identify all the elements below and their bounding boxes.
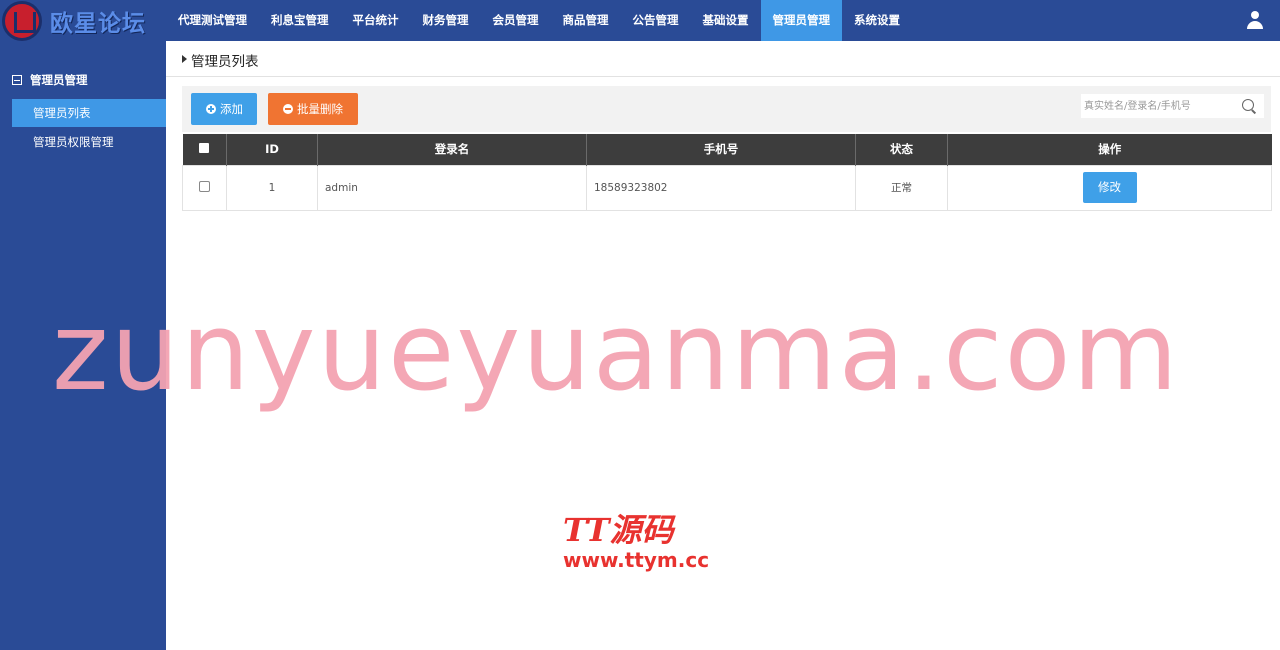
table-header-row: ID 登录名 手机号 状态 操作 (182, 134, 1272, 165)
plus-circle-icon (206, 104, 216, 114)
cell-phone: 18589323802 (586, 164, 856, 211)
search-icon[interactable] (1242, 99, 1254, 111)
watermark-brand-url: www.ttym.cc (563, 548, 710, 572)
nav-item-interest[interactable]: 利息宝管理 (259, 0, 341, 41)
table-row: 1 admin 18589323802 正常 修改 (182, 164, 1272, 211)
select-all-checkbox[interactable] (199, 143, 210, 154)
search-input[interactable] (1081, 94, 1236, 118)
admin-table: ID 登录名 手机号 状态 操作 1 admin 18589323802 正常 … (182, 134, 1272, 211)
nav-item-announcements[interactable]: 公告管理 (621, 0, 691, 41)
add-button-label: 添加 (220, 102, 243, 116)
row-checkbox[interactable] (199, 180, 210, 192)
toolbar: 添加 批量删除 (182, 86, 1271, 132)
caret-right-icon (182, 55, 187, 63)
nav-item-finance[interactable]: 财务管理 (411, 0, 481, 41)
column-header-login: 登录名 (317, 134, 587, 165)
cell-action: 修改 (947, 164, 1272, 211)
sidebar-item-admin-list[interactable]: 管理员列表 (12, 99, 166, 127)
minus-circle-icon (283, 104, 293, 114)
sidebar-item-admin-permissions[interactable]: 管理员权限管理 (12, 128, 166, 156)
top-header: 欧星论坛 代理测试管理 利息宝管理 平台统计 财务管理 会员管理 商品管理 公告… (0, 0, 1280, 41)
logo[interactable]: 欧星论坛 (0, 0, 166, 41)
cell-id: 1 (226, 164, 318, 211)
sidebar-group-admin[interactable]: 管理员管理 (12, 72, 88, 88)
nav-item-products[interactable]: 商品管理 (551, 0, 621, 41)
batch-delete-button[interactable]: 批量删除 (268, 93, 358, 125)
nav-item-basic-settings[interactable]: 基础设置 (691, 0, 761, 41)
column-header-action: 操作 (947, 134, 1272, 165)
cell-login: admin (317, 164, 587, 211)
nav-item-members[interactable]: 会员管理 (481, 0, 551, 41)
watermark-site: zunyueyuanma.com (52, 290, 1180, 415)
page-title: 管理员列表 (191, 54, 259, 70)
watermark-brand: TT源码 www.ttym.cc (563, 512, 713, 572)
column-header-status: 状态 (855, 134, 948, 165)
nav-item-statistics[interactable]: 平台统计 (341, 0, 411, 41)
column-header-phone: 手机号 (586, 134, 856, 165)
column-header-id: ID (226, 134, 318, 165)
select-all-cell (182, 134, 227, 165)
sidebar-group-label: 管理员管理 (30, 73, 88, 87)
edit-button[interactable]: 修改 (1082, 172, 1137, 203)
add-button[interactable]: 添加 (191, 93, 257, 125)
nav-item-system-settings[interactable]: 系统设置 (842, 0, 912, 41)
top-nav: 代理测试管理 利息宝管理 平台统计 财务管理 会员管理 商品管理 公告管理 基础… (166, 0, 912, 41)
batch-delete-label: 批量删除 (297, 102, 343, 116)
logo-text: 欧星论坛 (50, 10, 146, 37)
collapse-minus-icon (12, 75, 22, 85)
cell-status: 正常 (855, 164, 948, 211)
user-icon[interactable] (1246, 11, 1264, 29)
search-box (1080, 93, 1265, 119)
nav-item-admin-management[interactable]: 管理员管理 (760, 0, 842, 41)
watermark-brand-name: TT源码 (563, 511, 674, 549)
page-title-bar: 管理员列表 (166, 41, 1280, 77)
nav-item-agent-test[interactable]: 代理测试管理 (166, 0, 259, 41)
logo-emblem-icon (2, 0, 42, 41)
row-select-cell (182, 164, 227, 211)
